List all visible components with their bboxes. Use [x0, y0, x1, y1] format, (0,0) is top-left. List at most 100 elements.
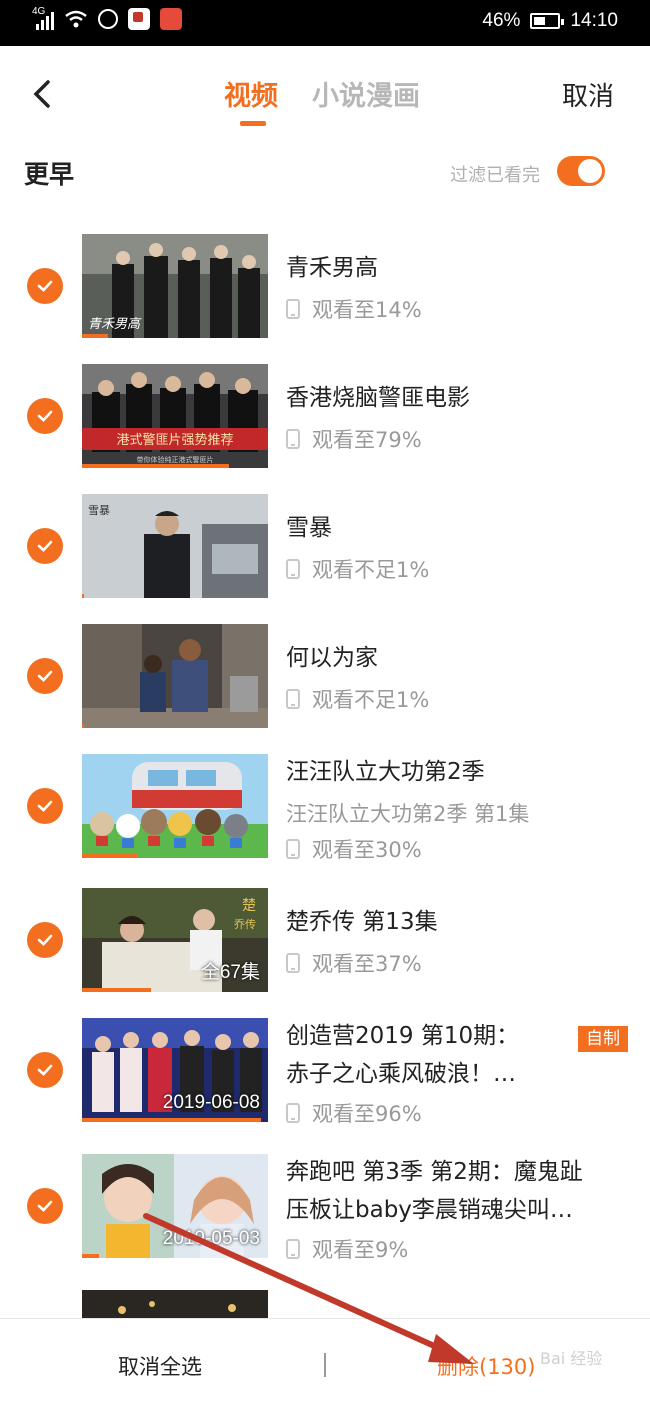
svg-text:楚: 楚	[242, 898, 256, 914]
phone-icon	[286, 1103, 300, 1123]
deselect-all-button[interactable]: 取消全选	[118, 1351, 202, 1381]
check-icon	[37, 800, 53, 812]
check-icon	[37, 1064, 53, 1076]
status-right: 46% 14:10	[482, 10, 618, 32]
watch-progress: 观看不足1%	[286, 684, 429, 714]
thumbnail-progress-bar	[82, 1254, 99, 1258]
cancel-button[interactable]: 取消	[562, 76, 614, 113]
battery-percent: 46%	[482, 10, 521, 31]
check-icon	[37, 1200, 53, 1212]
selected-checkbox[interactable]	[27, 922, 63, 958]
air-date-tag: 2019-06-08	[162, 1092, 260, 1113]
phone-icon	[286, 839, 300, 859]
list-item[interactable]: 港式警匪片强势推荐 带你体验纯正港式警匪片 香港烧脑警匪电影 观看至79%	[0, 364, 650, 468]
episode-subtitle: 汪汪队立大功第2季 第1集	[286, 802, 530, 826]
video-thumbnail[interactable]: 楚 乔传 全67集	[82, 888, 268, 992]
phone-icon	[286, 689, 300, 709]
video-title: 香港烧脑警匪电影	[286, 385, 470, 411]
watermark-logo: Bai 经验	[540, 1349, 603, 1368]
list-item[interactable]: 青禾男高 青禾男高 观看至14%	[0, 234, 650, 338]
svg-text:带你体验纯正港式警匪片: 带你体验纯正港式警匪片	[137, 455, 214, 464]
svg-text:港式警匪片强势推荐: 港式警匪片强势推荐	[116, 432, 233, 448]
selected-checkbox[interactable]	[27, 398, 63, 434]
watch-progress-text: 观看不足1%	[312, 558, 430, 582]
thumbnail-progress-bar	[82, 594, 84, 598]
self-made-badge: 自制	[578, 1026, 628, 1052]
delete-button[interactable]: 删除(130)	[437, 1351, 535, 1381]
check-icon	[37, 540, 53, 552]
watch-progress: 观看不足1%	[286, 554, 429, 584]
watch-progress: 观看至37%	[286, 948, 422, 978]
video-title: 楚乔传 第13集	[286, 909, 438, 935]
video-title-line2: 压板让baby李晨销魂尖叫…	[286, 1197, 573, 1223]
watch-progress: 观看至14%	[286, 294, 422, 324]
app-notification-icon-2	[160, 8, 182, 30]
watch-progress-text: 观看至37%	[312, 952, 422, 976]
list-item[interactable]: 何以为家 观看不足1%	[0, 624, 650, 728]
tab-video[interactable]: 视频	[224, 74, 278, 113]
video-title-line1: 奔跑吧 第3季 第2期：魔鬼趾	[286, 1159, 583, 1185]
thumbnail-progress-bar	[82, 1118, 261, 1122]
clock: 14:10	[570, 10, 618, 31]
section-title: 更早	[24, 160, 75, 189]
phone-icon	[286, 299, 300, 319]
list-item[interactable]: 雪暴 雪暴 观看不足1%	[0, 494, 650, 598]
selected-checkbox[interactable]	[27, 268, 63, 304]
list-item[interactable]: 2019-06-08 创造营2019 第10期： 赤子之心乘风破浪！… 自制 观…	[0, 1018, 650, 1126]
check-icon	[37, 280, 53, 292]
video-title: 何以为家	[286, 645, 378, 671]
selected-checkbox[interactable]	[27, 528, 63, 564]
check-icon	[37, 410, 53, 422]
watch-progress: 观看至96%	[286, 1098, 422, 1128]
filter-watched-toggle[interactable]	[557, 156, 605, 186]
wifi-icon	[65, 10, 87, 28]
air-date-tag: 2019-05-03	[162, 1228, 260, 1249]
episode-count-tag: 全67集	[200, 962, 260, 983]
video-thumbnail[interactable]: 2019-05-03	[82, 1154, 268, 1258]
status-bar: 4G 46% 14:10	[0, 0, 650, 46]
list-item[interactable]: 楚 乔传 全67集 楚乔传 第13集 观看至37%	[0, 888, 650, 992]
video-title: 青禾男高	[286, 255, 378, 281]
selected-checkbox[interactable]	[27, 1052, 63, 1088]
video-thumbnail[interactable]: 雪暴	[82, 494, 268, 598]
selected-checkbox[interactable]	[27, 1188, 63, 1224]
header: 视频 小说漫画 取消	[0, 46, 650, 140]
video-thumbnail[interactable]	[82, 624, 268, 728]
video-title: 奔跑吧 第3季 第2期：魔鬼趾 压板让baby李晨销魂尖叫…	[286, 1156, 626, 1226]
watch-progress-text: 观看至14%	[312, 298, 422, 322]
tab-novel-comic[interactable]: 小说漫画	[312, 74, 420, 113]
thumbnail-progress-bar	[82, 334, 109, 338]
check-icon	[37, 670, 53, 682]
thumbnail-progress-bar	[82, 464, 229, 468]
check-icon	[37, 934, 53, 946]
battery-icon	[530, 13, 565, 29]
watch-progress: 观看至9%	[286, 1234, 408, 1264]
app-notification-icon	[128, 8, 150, 30]
video-thumbnail[interactable]	[82, 754, 268, 858]
phone-icon	[286, 953, 300, 973]
network-type: 4G	[32, 6, 46, 17]
thumbnail-progress-bar	[82, 988, 151, 992]
filter-watched-label: 过滤已看完	[450, 165, 540, 186]
video-title: 汪汪队立大功第2季	[286, 759, 485, 785]
video-thumbnail[interactable]: 港式警匪片强势推荐 带你体验纯正港式警匪片	[82, 364, 268, 468]
list-item[interactable]: 2019-05-03 奔跑吧 第3季 第2期：魔鬼趾 压板让baby李晨销魂尖叫…	[0, 1154, 650, 1262]
video-thumbnail[interactable]: 青禾男高	[82, 234, 268, 338]
selected-checkbox[interactable]	[27, 658, 63, 694]
video-title: 雪暴	[286, 515, 332, 541]
watch-progress-text: 观看至79%	[312, 428, 422, 452]
video-thumbnail[interactable]: 2019-06-08	[82, 1018, 268, 1122]
list-item[interactable]: 汪汪队立大功第2季 汪汪队立大功第2季 第1集 观看至30%	[0, 754, 650, 862]
video-thumbnail[interactable]	[82, 1290, 268, 1318]
phone-icon	[286, 1239, 300, 1259]
watch-progress-text: 观看至30%	[312, 838, 422, 862]
watch-progress-text: 观看至9%	[312, 1238, 409, 1262]
phone-icon	[286, 429, 300, 449]
selected-checkbox[interactable]	[27, 788, 63, 824]
divider	[324, 1353, 326, 1377]
active-tab-indicator	[240, 121, 266, 126]
svg-text:雪暴: 雪暴	[88, 504, 110, 517]
watch-progress-text: 观看至96%	[312, 1102, 422, 1126]
back-button[interactable]	[24, 74, 60, 114]
alarm-icon	[98, 9, 118, 29]
